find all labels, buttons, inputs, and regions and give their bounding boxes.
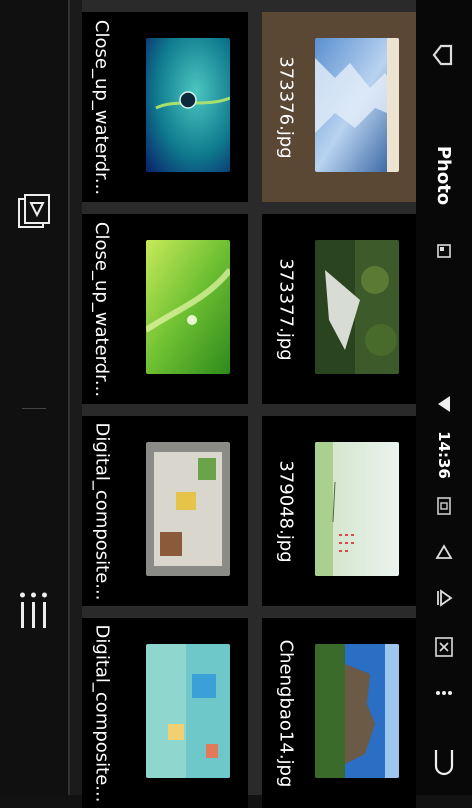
gallery-item[interactable]: 379048.jpg: [262, 416, 416, 606]
gallery-item[interactable]: Chengbao14.jpg: [262, 618, 416, 808]
gallery-item[interactable]: 373376.jpg: [262, 12, 416, 202]
image-icon: [436, 243, 452, 259]
photo-thumbnail: [315, 442, 399, 576]
skip-icon[interactable]: [434, 588, 454, 608]
gallery-item[interactable]: Digital_composite...: [82, 618, 248, 808]
photo-name: Close_up_waterdr...: [91, 19, 113, 195]
clock-wrap: 14:36: [424, 430, 464, 480]
album-play-icon[interactable]: [17, 193, 51, 235]
photo-name-wrap: 379048.jpg: [266, 416, 306, 606]
menu-grid-icon[interactable]: [17, 590, 51, 634]
back-arrow-icon[interactable]: [431, 42, 457, 68]
app-title: Photo: [433, 145, 455, 205]
photo-name: 379048.jpg: [275, 459, 297, 563]
left-nav: [0, 0, 70, 795]
photo-name-wrap: Chengbao14.jpg: [266, 618, 306, 808]
photo-name-wrap: Digital_composite...: [82, 618, 122, 808]
photo-name-wrap: Close_up_waterdr...: [82, 12, 122, 202]
wifi-icon: [434, 394, 454, 414]
photo-name: Digital_composite...: [91, 422, 113, 600]
photo-name: Chengbao14.jpg: [275, 639, 297, 787]
photo-thumbnail: [146, 442, 230, 576]
photo-thumbnail: [315, 240, 399, 374]
gallery-column-right: 373376.jpg 373377.jpg 379048.jpg Chengba…: [262, 0, 416, 808]
app-title-wrap: Photo: [424, 140, 464, 210]
photo-name-wrap: Digital_composite...: [82, 416, 122, 606]
photo-name-wrap: 373376.jpg: [266, 12, 306, 202]
gallery-item[interactable]: 373377.jpg: [262, 214, 416, 404]
photo-name: Digital_composite...: [91, 624, 113, 802]
more-icon[interactable]: [434, 688, 454, 698]
status-action-rail: Photo 14:36: [416, 0, 472, 795]
photo-name: Close_up_waterdr...: [91, 221, 113, 397]
scroll-edge: [70, 0, 82, 795]
photo-thumbnail: [146, 38, 230, 172]
photo-name: 373377.jpg: [275, 257, 297, 361]
clock: 14:36: [435, 431, 453, 479]
close-box-icon[interactable]: [434, 636, 454, 658]
photo-name-wrap: 373377.jpg: [266, 214, 306, 404]
photo-thumbnail: [146, 240, 230, 374]
gallery-item[interactable]: Close_up_waterdr...: [82, 12, 248, 202]
photo-name-wrap: Close_up_waterdr...: [82, 214, 122, 404]
gallery-column-left: Close_up_waterdr... Close_up_waterdr... …: [82, 0, 248, 808]
triangle-icon[interactable]: [434, 543, 454, 561]
gallery-item[interactable]: Digital_composite...: [82, 416, 248, 606]
return-icon[interactable]: [432, 746, 456, 780]
nav-divider: [22, 408, 46, 409]
photo-name: 373376.jpg: [275, 55, 297, 159]
battery-icon: [436, 496, 452, 516]
photo-thumbnail: [315, 644, 399, 778]
gallery-item[interactable]: Close_up_waterdr...: [82, 214, 248, 404]
photo-thumbnail: [315, 38, 399, 172]
photo-thumbnail: [146, 644, 230, 778]
photo-grid: 373376.jpg 373377.jpg 379048.jpg Chengba…: [70, 0, 416, 808]
